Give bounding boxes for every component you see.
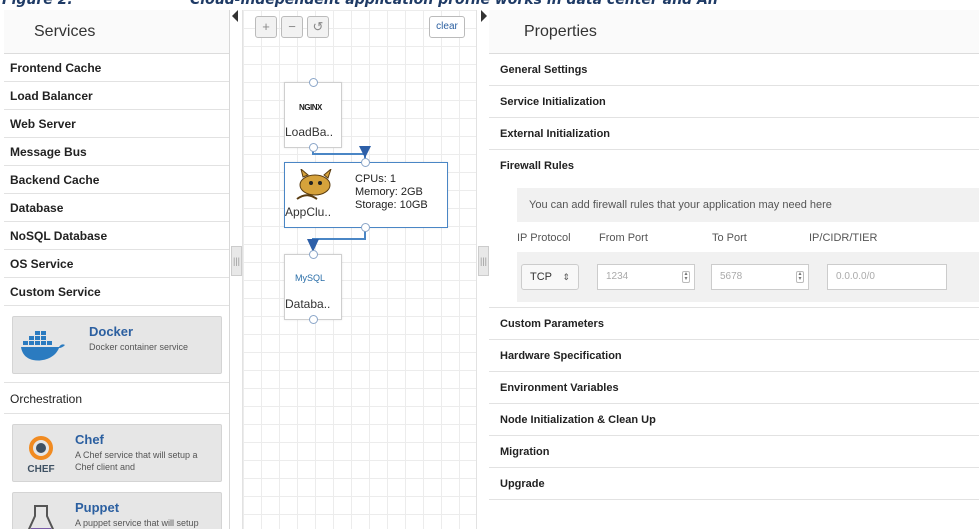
- to-port-value: 5678: [720, 271, 743, 282]
- collapse-left-icon[interactable]: [232, 10, 238, 22]
- chef-logo-text: CHEF: [27, 464, 54, 474]
- header-to-port: To Port: [712, 232, 747, 244]
- right-splitter[interactable]: |||: [477, 10, 489, 529]
- service-item-frontend-cache[interactable]: Frontend Cache: [4, 54, 229, 82]
- node-port-top[interactable]: [309, 250, 318, 259]
- protocol-select[interactable]: TCP ⇕: [521, 264, 579, 290]
- select-arrows-icon: ⇕: [562, 272, 570, 282]
- tomcat-icon: [291, 167, 335, 208]
- node-database[interactable]: MySQL Databa..: [284, 250, 342, 324]
- stepper-icon[interactable]: ▴ ▾: [682, 271, 690, 283]
- service-item-backend-cache[interactable]: Backend Cache: [4, 166, 229, 194]
- properties-title: Properties: [489, 10, 979, 54]
- properties-panel: Properties General Settings Service Init…: [489, 10, 979, 529]
- design-canvas[interactable]: + − ↺ clear NGINX LoadBa.. CPUs: 1 Memor…: [242, 10, 477, 529]
- from-port-input[interactable]: 1234 ▴ ▾: [597, 264, 695, 290]
- node-stats: CPUs: 1 Memory: 2GB Storage: 10GB: [355, 173, 428, 212]
- node-port-bottom[interactable]: [309, 143, 318, 152]
- header-ip-protocol: IP Protocol: [517, 232, 571, 244]
- node-port-top[interactable]: [361, 158, 370, 167]
- service-item-web-server[interactable]: Web Server: [4, 110, 229, 138]
- services-panel: Services Frontend Cache Load Balancer We…: [4, 10, 230, 529]
- splitter-grip-icon[interactable]: |||: [478, 246, 489, 276]
- node-label-load-balancer: LoadBa..: [285, 125, 334, 139]
- service-item-database[interactable]: Database: [4, 194, 229, 222]
- docker-card-title: Docker: [89, 324, 134, 339]
- node-label-database: Databa..: [285, 297, 331, 311]
- docker-card-desc: Docker container service: [89, 342, 189, 352]
- left-splitter[interactable]: |||: [230, 10, 242, 529]
- protocol-value: TCP: [530, 271, 552, 283]
- section-migration[interactable]: Migration: [489, 436, 979, 468]
- header-from-port: From Port: [599, 232, 648, 244]
- connector-arrow-lb-app: [359, 146, 371, 158]
- section-firewall-rules[interactable]: Firewall Rules: [489, 150, 979, 182]
- node-port-bottom[interactable]: [361, 223, 370, 232]
- firewall-rules-body: You can add firewall rules that your app…: [489, 182, 979, 308]
- section-environment-variables[interactable]: Environment Variables: [489, 372, 979, 404]
- service-item-message-bus[interactable]: Message Bus: [4, 138, 229, 166]
- puppet-service-card[interactable]: Puppet A puppet service that will setup …: [12, 492, 222, 529]
- services-title: Services: [4, 10, 229, 54]
- node-cpus: CPUs: 1: [355, 173, 396, 185]
- connections: [307, 146, 371, 254]
- connector-line-app-db: [312, 227, 366, 254]
- section-hardware-specification[interactable]: Hardware Specification: [489, 340, 979, 372]
- chef-card-title: Chef: [75, 432, 104, 447]
- node-storage: Storage: 10GB: [355, 199, 428, 211]
- puppet-card-desc: A puppet service that will setup Puppet …: [75, 518, 199, 528]
- node-port-top[interactable]: [309, 78, 318, 87]
- splitter-grip-icon[interactable]: |||: [231, 246, 242, 276]
- service-item-custom-service[interactable]: Custom Service: [4, 278, 229, 306]
- chef-service-card[interactable]: CHEF Chef A Chef service that will setup…: [12, 424, 222, 482]
- section-service-initialization[interactable]: Service Initialization: [489, 86, 979, 118]
- nginx-icon: NGINX: [299, 103, 322, 112]
- service-item-load-balancer[interactable]: Load Balancer: [4, 82, 229, 110]
- node-load-balancer[interactable]: NGINX LoadBa..: [284, 78, 342, 152]
- node-label-app-cluster: AppClu..: [285, 205, 332, 219]
- figure-number: Figure 2.: [2, 0, 73, 8]
- header-ip-cidr-tier: IP/CIDR/TIER: [809, 232, 878, 244]
- docker-icon: [21, 326, 65, 364]
- section-external-initialization[interactable]: External Initialization: [489, 118, 979, 150]
- puppet-card-title: Puppet: [75, 500, 120, 515]
- section-node-init-cleanup[interactable]: Node Initialization & Clean Up: [489, 404, 979, 436]
- figure-title: Cloud-independent application profile wo…: [190, 0, 718, 8]
- cidr-placeholder: 0.0.0.0/0: [836, 271, 875, 282]
- chef-card-desc: A Chef service that will setup a Chef cl…: [75, 450, 198, 472]
- node-app-cluster[interactable]: CPUs: 1 Memory: 2GB Storage: 10GB AppClu…: [284, 158, 448, 232]
- puppet-icon: [21, 502, 59, 529]
- figure-caption: Figure 2. Cloud-independent application …: [0, 0, 979, 8]
- collapse-right-icon[interactable]: [481, 10, 487, 22]
- cidr-input[interactable]: 0.0.0.0/0: [827, 264, 947, 290]
- to-port-input[interactable]: 5678 ▴ ▾: [711, 264, 809, 290]
- docker-service-card[interactable]: Docker Docker container service: [12, 316, 222, 374]
- service-item-os-service[interactable]: OS Service: [4, 250, 229, 278]
- chef-icon: CHEF: [21, 434, 59, 475]
- firewall-hint: You can add firewall rules that your app…: [517, 188, 979, 222]
- node-memory: Memory: 2GB: [355, 186, 423, 198]
- stepper-icon[interactable]: ▴ ▾: [796, 271, 804, 283]
- orchestration-heading: Orchestration: [4, 382, 229, 414]
- section-custom-parameters[interactable]: Custom Parameters: [489, 308, 979, 340]
- firewall-rule-row: TCP ⇕ 1234 ▴ ▾ 5678 ▴ ▾ 0.0.0.0/0: [517, 252, 979, 302]
- section-general-settings[interactable]: General Settings: [489, 54, 979, 86]
- section-upgrade[interactable]: Upgrade: [489, 468, 979, 500]
- node-port-bottom[interactable]: [309, 315, 318, 324]
- from-port-value: 1234: [606, 271, 629, 282]
- mysql-icon: MySQL: [295, 273, 326, 283]
- service-item-nosql-database[interactable]: NoSQL Database: [4, 222, 229, 250]
